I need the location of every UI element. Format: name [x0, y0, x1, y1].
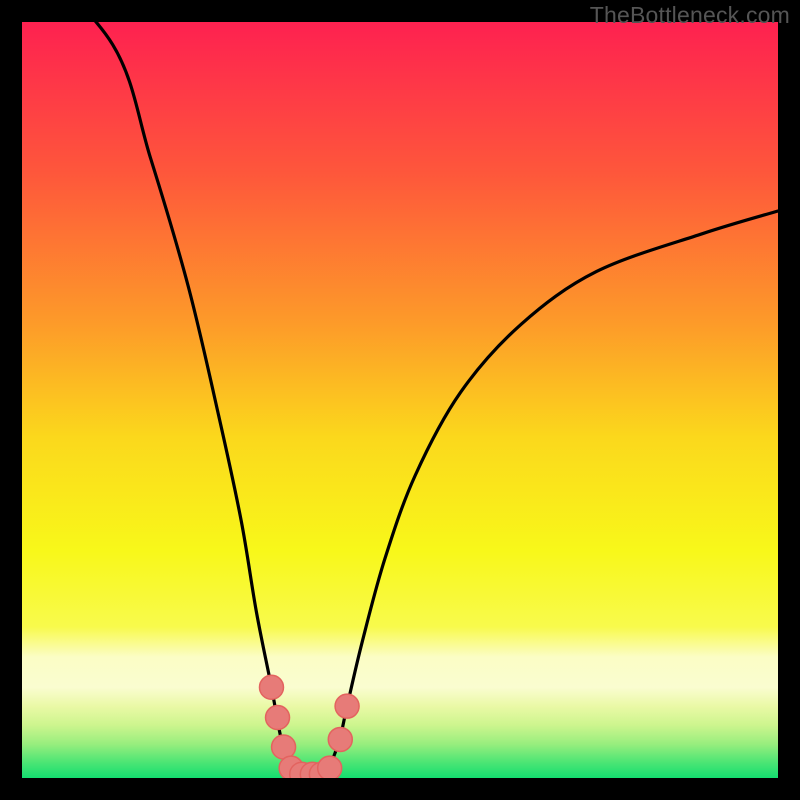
curve-marker [328, 727, 352, 751]
curve-marker [259, 675, 283, 699]
plot-area [22, 22, 778, 778]
watermark-text: TheBottleneck.com [590, 2, 790, 29]
curve-marker [272, 735, 296, 759]
curve-marker [318, 756, 342, 778]
chart-frame: TheBottleneck.com [0, 0, 800, 800]
bottleneck-curve [22, 22, 778, 775]
curve-layer [22, 22, 778, 778]
curve-marker [266, 706, 290, 730]
curve-marker [335, 694, 359, 718]
